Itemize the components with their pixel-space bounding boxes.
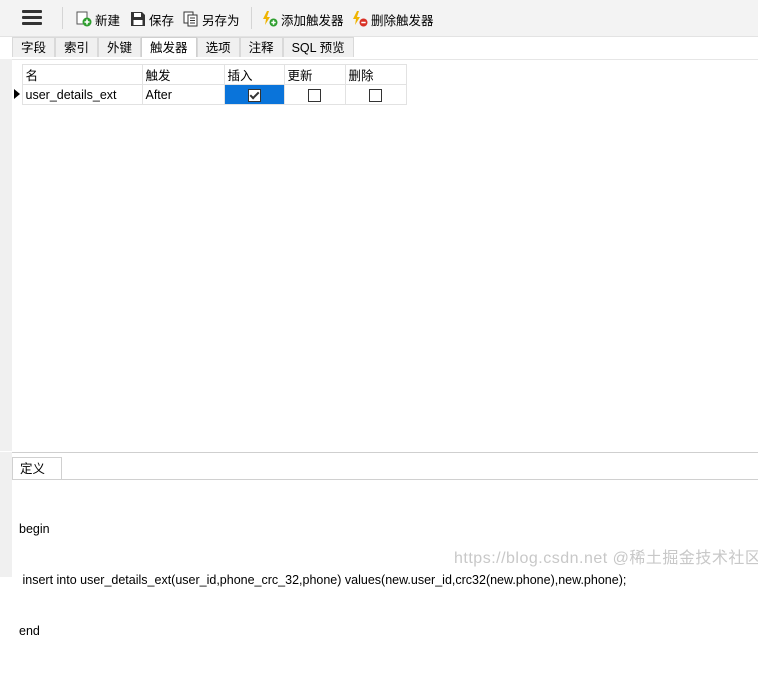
header-row: 名 触发 插入 更新 删除 (12, 64, 407, 85)
cell-delete[interactable] (344, 84, 407, 105)
delete-trigger-label: 删除触发器 (371, 13, 434, 28)
delete-trigger-button[interactable]: 删除触发器 (352, 9, 434, 29)
toolbar-separator (62, 7, 63, 29)
tab-options[interactable]: 选项 (196, 37, 240, 57)
column-header-delete[interactable]: 删除 (344, 64, 407, 85)
cell-update[interactable] (283, 84, 346, 105)
save-as-icon (183, 11, 199, 27)
add-trigger-button[interactable]: 添加触发器 (262, 9, 344, 29)
new-icon (76, 11, 92, 27)
tab-definition[interactable]: 定义 (12, 457, 63, 479)
new-label: 新建 (95, 13, 121, 28)
watermark: https://blog.csdn.net @稀土掘金技术社区 (454, 550, 758, 567)
toolbar-separator (251, 7, 252, 29)
code-line: begin (19, 522, 50, 536)
trigger-grid: 名 触发 插入 更新 删除 user_details_ext After (12, 59, 758, 452)
code-line: insert into user_details_ext(user_id,pho… (19, 573, 627, 587)
column-header-name[interactable]: 名 (21, 64, 143, 85)
current-row-icon (14, 88, 20, 99)
save-as-button[interactable]: 另存为 (183, 9, 240, 29)
tab-triggers[interactable]: 触发器 (141, 37, 197, 57)
save-button[interactable]: 保存 (130, 9, 174, 29)
cell-insert[interactable] (223, 84, 285, 105)
trigger-table: 名 触发 插入 更新 删除 user_details_ext After (12, 64, 407, 105)
editor-tabs: 字段 索引 外键 触发器 选项 注释 SQL 预览 (12, 36, 354, 58)
new-button[interactable]: 新建 (76, 9, 120, 29)
column-header-timing[interactable]: 触发 (141, 64, 225, 85)
divider (12, 479, 758, 480)
tab-sql-preview[interactable]: SQL 预览 (282, 37, 354, 57)
tab-fields[interactable]: 字段 (12, 37, 56, 57)
menu-icon[interactable] (22, 10, 42, 26)
add-trigger-icon (262, 11, 278, 27)
tab-indexes[interactable]: 索引 (55, 37, 99, 57)
row-header-corner (12, 64, 22, 85)
column-header-insert[interactable]: 插入 (223, 64, 285, 85)
toolbar: 新建 保存 另存为 添加触发器 删除触发器 (0, 0, 758, 37)
tab-comment[interactable]: 注释 (239, 37, 283, 57)
tab-foreign-keys[interactable]: 外键 (98, 37, 142, 57)
save-as-label: 另存为 (202, 13, 240, 28)
update-checkbox[interactable] (308, 88, 321, 102)
delete-trigger-icon (352, 11, 368, 27)
save-label: 保存 (149, 13, 175, 28)
delete-checkbox[interactable] (369, 88, 382, 102)
definition-gutter (0, 452, 12, 577)
left-gutter (0, 59, 12, 451)
cell-trigger-timing[interactable]: After (141, 84, 225, 105)
column-header-update[interactable]: 更新 (283, 64, 346, 85)
code-line: end (19, 624, 40, 638)
insert-checkbox[interactable] (247, 88, 261, 102)
definition-editor[interactable]: begin insert into user_details_ext(user_… (19, 487, 626, 674)
row-indicator (12, 84, 22, 105)
add-trigger-label: 添加触发器 (281, 13, 344, 28)
table-row[interactable]: user_details_ext After (12, 84, 407, 105)
cell-trigger-name[interactable]: user_details_ext (21, 84, 143, 105)
save-icon (130, 11, 146, 27)
